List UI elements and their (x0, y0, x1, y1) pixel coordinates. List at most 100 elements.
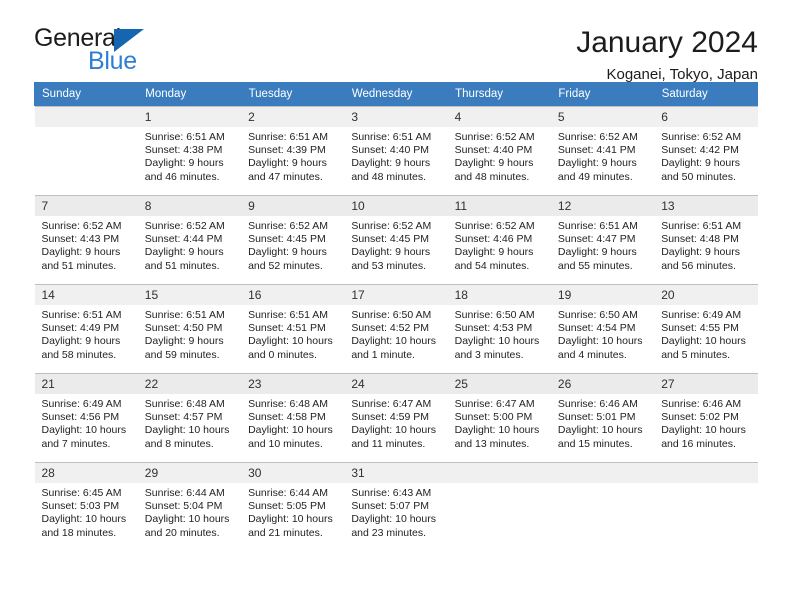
calendar-day-cell[interactable]: 13 Sunrise: 6:51 AM Sunset: 4:48 PM Dayligh… (654, 195, 758, 284)
day-daylight-text: Daylight: 9 hours (351, 246, 431, 259)
day-daylight-text: and 5 minutes. (661, 348, 731, 361)
calendar-day-cell[interactable]: 18 Sunrise: 6:50 AM Sunset: 4:53 PM Dayligh… (447, 284, 551, 373)
day-sunrise-text: Sunrise: 6:46 AM (661, 398, 742, 410)
calendar-day-cell[interactable]: 4 Sunrise: 6:52 AM Sunset: 4:40 PM Daylight… (447, 106, 551, 196)
day-sunset-text: Sunset: 4:40 PM (351, 144, 429, 157)
day-sun-info: Sunrise: 6:52 AM Sunset: 4:42 PM Daylight:… (654, 127, 757, 184)
day-daylight-text: and 20 minutes. (144, 526, 220, 539)
weekday-header-monday: Monday (137, 82, 242, 106)
day-sun-info: Sunrise: 6:52 AM Sunset: 4:43 PM Daylight:… (35, 216, 138, 273)
calendar-day-cell[interactable]: 10 Sunrise: 6:52 AM Sunset: 4:45 PM Dayligh… (344, 195, 448, 284)
calendar-day-cell[interactable]: 11 Sunrise: 6:52 AM Sunset: 4:46 PM Dayligh… (447, 195, 551, 284)
weekday-header-wednesday: Wednesday (343, 82, 449, 106)
calendar-day-cell[interactable]: 25 Sunrise: 6:47 AM Sunset: 5:00 PM Dayligh… (447, 373, 551, 462)
calendar-day-cell[interactable]: 31 Sunrise: 6:43 AM Sunset: 5:07 PM Dayligh… (344, 462, 448, 551)
day-number: 15 (137, 285, 242, 305)
day-sunset-text: Sunset: 4:45 PM (248, 233, 326, 246)
calendar-body: 1 Sunrise: 6:51 AM Sunset: 4:38 PM Daylight… (34, 106, 758, 552)
day-sunset-text: Sunset: 4:51 PM (248, 322, 326, 335)
day-daylight-text: and 50 minutes. (661, 170, 736, 183)
day-sun-info: Sunrise: 6:51 AM Sunset: 4:51 PM Daylight:… (241, 305, 344, 362)
day-number: 30 (241, 463, 345, 483)
calendar-day-cell[interactable]: 3 Sunrise: 6:51 AM Sunset: 4:40 PM Daylight… (344, 106, 448, 196)
calendar-day-cell[interactable]: 20 Sunrise: 6:49 AM Sunset: 4:55 PM Dayligh… (654, 284, 758, 373)
day-number: 8 (137, 196, 242, 216)
calendar-day-cell[interactable] (447, 462, 551, 551)
day-sun-info: Sunrise: 6:49 AM Sunset: 4:56 PM Daylight:… (35, 394, 138, 451)
calendar-day-cell[interactable] (654, 462, 758, 551)
day-daylight-text: Daylight: 10 hours (248, 335, 333, 348)
day-sunset-text: Sunset: 5:01 PM (557, 411, 636, 424)
day-sunrise-text: Sunrise: 6:47 AM (351, 398, 432, 410)
day-sunset-text: Sunset: 5:07 PM (351, 500, 429, 513)
day-daylight-text: and 23 minutes. (351, 526, 427, 539)
calendar-day-cell[interactable]: 9 Sunrise: 6:52 AM Sunset: 4:45 PM Daylight… (241, 195, 345, 284)
calendar-day-cell[interactable]: 23 Sunrise: 6:48 AM Sunset: 4:58 PM Dayligh… (241, 373, 345, 462)
calendar-day-cell[interactable]: 5 Sunrise: 6:52 AM Sunset: 4:41 PM Daylight… (550, 106, 655, 196)
day-daylight-text: and 18 minutes. (41, 526, 117, 539)
calendar-day-cell[interactable]: 17 Sunrise: 6:50 AM Sunset: 4:52 PM Dayligh… (344, 284, 448, 373)
calendar-day-cell[interactable]: 26 Sunrise: 6:46 AM Sunset: 5:01 PM Dayligh… (550, 373, 655, 462)
day-number: 7 (34, 196, 138, 216)
calendar-day-cell[interactable]: 1 Sunrise: 6:51 AM Sunset: 4:38 PM Daylight… (137, 106, 242, 196)
day-daylight-text: Daylight: 9 hours (661, 157, 740, 170)
calendar-day-cell[interactable]: 29 Sunrise: 6:44 AM Sunset: 5:04 PM Dayligh… (137, 462, 242, 551)
day-number: 12 (550, 196, 655, 216)
day-sunrise-text: Sunrise: 6:51 AM (248, 131, 329, 143)
calendar-day-cell[interactable]: 12 Sunrise: 6:51 AM Sunset: 4:47 PM Dayligh… (550, 195, 655, 284)
calendar-day-cell[interactable]: 16 Sunrise: 6:51 AM Sunset: 4:51 PM Dayligh… (241, 284, 345, 373)
day-sun-info: Sunrise: 6:48 AM Sunset: 4:58 PM Daylight:… (241, 394, 344, 451)
day-daylight-text: and 13 minutes. (454, 437, 530, 450)
day-sun-info: Sunrise: 6:46 AM Sunset: 5:01 PM Daylight:… (551, 394, 654, 451)
calendar-day-cell[interactable]: 8 Sunrise: 6:52 AM Sunset: 4:44 PM Daylight… (137, 195, 242, 284)
day-sunset-text: Sunset: 4:58 PM (248, 411, 326, 424)
calendar-day-cell[interactable]: 30 Sunrise: 6:44 AM Sunset: 5:05 PM Dayligh… (241, 462, 345, 551)
day-number: 2 (241, 107, 345, 127)
day-daylight-text: and 4 minutes. (557, 348, 627, 361)
day-daylight-text: Daylight: 9 hours (557, 246, 637, 259)
day-sun-info: Sunrise: 6:44 AM Sunset: 5:05 PM Daylight:… (241, 483, 344, 540)
calendar-day-cell[interactable]: 2 Sunrise: 6:51 AM Sunset: 4:39 PM Daylight… (241, 106, 345, 196)
day-daylight-text: Daylight: 10 hours (351, 424, 436, 437)
day-number: 13 (654, 196, 758, 216)
day-sunrise-text: Sunrise: 6:52 AM (351, 220, 432, 232)
day-sunset-text: Sunset: 5:00 PM (454, 411, 533, 424)
day-sunrise-text: Sunrise: 6:51 AM (661, 220, 742, 232)
day-number: 18 (447, 285, 551, 305)
day-sunrise-text: Sunrise: 6:50 AM (351, 309, 432, 321)
day-sunset-text: Sunset: 4:48 PM (661, 233, 739, 246)
day-sun-info: Sunrise: 6:48 AM Sunset: 4:57 PM Daylight:… (138, 394, 241, 451)
day-sunset-text: Sunset: 4:52 PM (351, 322, 429, 335)
day-daylight-text: Daylight: 9 hours (248, 157, 327, 170)
calendar-day-cell[interactable]: 15 Sunrise: 6:51 AM Sunset: 4:50 PM Dayligh… (137, 284, 242, 373)
day-daylight-text: and 47 minutes. (248, 170, 323, 183)
calendar-day-cell[interactable]: 24 Sunrise: 6:47 AM Sunset: 4:59 PM Dayligh… (344, 373, 448, 462)
calendar-day-cell[interactable] (34, 106, 138, 196)
day-sunrise-text: Sunrise: 6:50 AM (454, 309, 535, 321)
day-sun-info: Sunrise: 6:51 AM Sunset: 4:49 PM Daylight:… (35, 305, 138, 362)
day-number: 3 (344, 107, 448, 127)
day-daylight-text: and 0 minutes. (248, 348, 317, 361)
day-daylight-text: and 49 minutes. (557, 170, 633, 183)
calendar-day-cell[interactable]: 28 Sunrise: 6:45 AM Sunset: 5:03 PM Dayligh… (34, 462, 138, 551)
day-number: 21 (34, 374, 138, 394)
day-sun-info: Sunrise: 6:51 AM Sunset: 4:47 PM Daylight:… (551, 216, 654, 273)
day-sunrise-text: Sunrise: 6:52 AM (41, 220, 122, 232)
day-daylight-text: and 46 minutes. (144, 170, 220, 183)
calendar-day-cell[interactable]: 7 Sunrise: 6:52 AM Sunset: 4:43 PM Daylight… (34, 195, 138, 284)
day-number: 26 (550, 374, 655, 394)
day-sunrise-text: Sunrise: 6:51 AM (248, 309, 329, 321)
day-sunset-text: Sunset: 4:44 PM (144, 233, 223, 246)
calendar-day-cell[interactable]: 27 Sunrise: 6:46 AM Sunset: 5:02 PM Dayligh… (654, 373, 758, 462)
calendar-day-cell[interactable]: 14 Sunrise: 6:51 AM Sunset: 4:49 PM Dayligh… (34, 284, 138, 373)
calendar-day-cell[interactable] (550, 462, 655, 551)
day-daylight-text: and 1 minute. (351, 348, 415, 361)
day-sunrise-text: Sunrise: 6:51 AM (351, 131, 432, 143)
calendar-day-cell[interactable]: 22 Sunrise: 6:48 AM Sunset: 4:57 PM Dayligh… (137, 373, 242, 462)
calendar-day-cell[interactable]: 21 Sunrise: 6:49 AM Sunset: 4:56 PM Dayligh… (34, 373, 138, 462)
calendar-day-cell[interactable]: 6 Sunrise: 6:52 AM Sunset: 4:42 PM Daylight… (654, 106, 758, 196)
calendar-day-cell[interactable]: 19 Sunrise: 6:50 AM Sunset: 4:54 PM Dayligh… (550, 284, 655, 373)
day-daylight-text: and 52 minutes. (248, 259, 323, 272)
day-daylight-text: and 51 minutes. (41, 259, 117, 272)
day-sun-info: Sunrise: 6:51 AM Sunset: 4:40 PM Daylight:… (344, 127, 447, 184)
